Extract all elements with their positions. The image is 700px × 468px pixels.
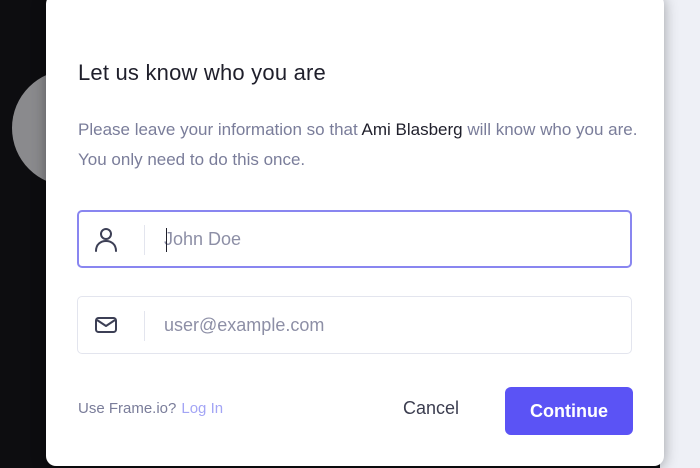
dialog-title: Let us know who you are xyxy=(78,60,326,85)
dialog-description: Please leave your information so that Am… xyxy=(78,115,638,175)
background-panel xyxy=(660,0,700,468)
owner-name: Ami Blasberg xyxy=(361,120,463,139)
login-prompt: Use Frame.io? Log In xyxy=(78,400,223,417)
text-caret xyxy=(166,228,167,252)
user-icon xyxy=(92,225,120,253)
name-field[interactable] xyxy=(77,210,632,268)
description-prefix: Please leave your information so that xyxy=(78,120,358,139)
field-divider xyxy=(144,311,145,341)
email-field[interactable] xyxy=(77,296,632,354)
identify-dialog: Let us know who you are Please leave you… xyxy=(46,0,664,466)
continue-button[interactable]: Continue xyxy=(505,387,633,435)
login-prompt-text: Use Frame.io? xyxy=(78,400,177,417)
mail-icon xyxy=(92,311,120,339)
field-divider xyxy=(144,225,145,255)
login-link[interactable]: Log In xyxy=(181,400,223,417)
name-input[interactable] xyxy=(164,212,604,266)
cancel-button[interactable]: Cancel xyxy=(403,398,459,419)
email-input[interactable] xyxy=(164,297,604,353)
